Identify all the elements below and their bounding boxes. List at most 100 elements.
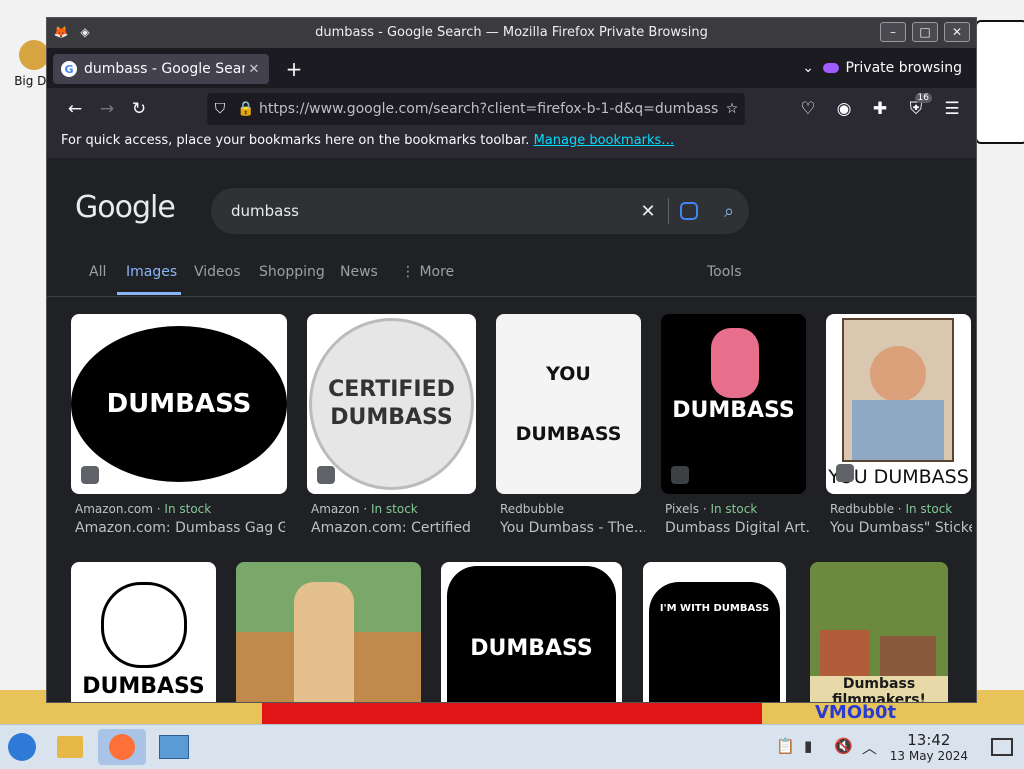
result-4-title[interactable]: Dumbass Digital Art... — [665, 520, 810, 536]
result-2-art-text: CERTIFIED DUMBASS — [328, 377, 455, 430]
image-result-10[interactable]: Dumbass filmmakers! — [810, 562, 948, 702]
tab-all[interactable]: All — [89, 264, 106, 280]
image-result-1[interactable]: DUMBASS — [71, 314, 287, 494]
tray-expand-chevron-icon[interactable]: ︿ — [862, 737, 877, 758]
result-5-frame — [842, 318, 954, 462]
result-2-title[interactable]: Amazon.com: Certified Dumbass... — [311, 520, 476, 536]
result-9-art-text: I'M WITH DUMBASS — [659, 603, 770, 614]
new-tab-button[interactable]: + — [283, 58, 305, 80]
tab-google-search[interactable]: G dumbass - Google Search ✕ — [53, 54, 269, 84]
clear-search-icon[interactable]: ✕ — [628, 201, 668, 222]
close-window-button[interactable]: ✕ — [944, 22, 970, 42]
google-logo[interactable]: Google — [75, 190, 176, 225]
account-icon[interactable]: ◉ — [828, 93, 860, 125]
bookmarks-message: For quick access, place your bookmarks h… — [61, 133, 530, 148]
image-result-4[interactable]: DUMBASS — [661, 314, 806, 494]
show-desktop-button[interactable] — [984, 729, 1020, 765]
result-6-art-text: DUMBASS — [82, 674, 205, 699]
result-5-source[interactable]: Redbubble · In stock — [830, 502, 972, 516]
result-1-title[interactable]: Amazon.com: Dumbass Gag Gift... — [75, 520, 285, 536]
clipboard-tray-icon[interactable]: 📋 — [776, 737, 795, 755]
product-tag-icon — [671, 466, 689, 484]
start-button[interactable] — [4, 729, 40, 765]
image-result-5[interactable]: YOU DUMBASS — [826, 314, 971, 494]
reload-button[interactable]: ↻ — [123, 93, 155, 125]
search-box[interactable]: ✕ ⌕ — [211, 188, 749, 234]
desktop-icon — [991, 738, 1013, 756]
portrait-head — [870, 346, 926, 402]
search-divider — [668, 198, 669, 224]
battery-tray-icon[interactable]: ▮ — [804, 737, 812, 755]
tshirt-art — [447, 566, 616, 702]
firefox-taskbar-icon[interactable] — [98, 729, 146, 765]
tab-more[interactable]: ⋮ More — [401, 264, 454, 280]
result-3-source[interactable]: Redbubble — [500, 502, 645, 516]
tab-shopping[interactable]: Shopping — [259, 264, 325, 280]
active-tab-underline — [117, 292, 181, 295]
file-manager-taskbar-icon[interactable] — [52, 729, 88, 765]
pocket-icon[interactable]: ♡ — [792, 93, 824, 125]
list-tabs-chevron-icon[interactable]: ⌄ — [802, 60, 814, 76]
shield-icon[interactable]: ⛉ — [207, 101, 233, 117]
tab-news[interactable]: News — [340, 264, 378, 280]
volume-muted-icon[interactable]: 🔇 — [834, 737, 853, 755]
url-text[interactable]: https://www.google.com/search?client=fir… — [259, 101, 719, 117]
result-1-art-text: DUMBASS — [106, 389, 252, 419]
image-result-7[interactable] — [236, 562, 421, 702]
tab-title: dumbass - Google Search — [84, 61, 245, 77]
google-favicon-icon: G — [61, 61, 77, 77]
result-4-art-text: DUMBASS — [672, 398, 795, 423]
minimize-button[interactable]: – — [880, 22, 906, 42]
image-result-9[interactable]: I'M WITH DUMBASS — [643, 562, 786, 702]
maximize-button[interactable]: □ — [912, 22, 938, 42]
tab-videos[interactable]: Videos — [194, 264, 241, 280]
result-3-source-name: Redbubble — [500, 502, 564, 516]
poster-photo-2 — [880, 636, 936, 680]
start-orb-icon — [8, 733, 36, 761]
taskbar: 📋 ▮ 🔇 ︿ 13:42 13 May 2024 — [0, 724, 1024, 769]
ublock-icon[interactable]: ⛨ 16 — [900, 93, 932, 125]
menu-hamburger-icon[interactable]: ☰ — [936, 93, 968, 125]
result-3-art: YOU DUMBASS — [496, 344, 641, 464]
result-2-art: CERTIFIED DUMBASS — [309, 318, 474, 490]
result-1-art: DUMBASS — [71, 326, 287, 482]
result-1-source[interactable]: Amazon.com · In stock — [75, 502, 285, 516]
result-4-source[interactable]: Pixels · In stock — [665, 502, 810, 516]
result-3-title[interactable]: You Dumbass - The... — [500, 520, 645, 536]
image-result-8[interactable]: DUMBASS — [441, 562, 622, 702]
bookmark-star-icon[interactable]: ☆ — [719, 101, 745, 117]
google-lens-icon[interactable] — [680, 202, 698, 220]
back-button[interactable]: ← — [59, 93, 91, 125]
window-titlebar[interactable]: 🦊 ◈ dumbass - Google Search — Mozilla Fi… — [47, 18, 976, 48]
result-2-source[interactable]: Amazon · In stock — [311, 502, 476, 516]
pointing-hand-art — [711, 328, 759, 398]
portrait-shirt — [852, 400, 944, 460]
extension-badge: 16 — [914, 93, 932, 103]
search-submit-icon[interactable]: ⌕ — [709, 201, 749, 222]
close-tab-icon[interactable]: ✕ — [245, 62, 263, 77]
forward-button[interactable]: → — [91, 93, 123, 125]
firefox-icon — [109, 734, 135, 760]
tools-button[interactable]: Tools — [707, 264, 742, 280]
page-content: Google ✕ ⌕ All Images Videos Shopping Ne… — [47, 158, 976, 702]
result-5-source-name: Redbubble — [830, 502, 894, 516]
image-result-6[interactable]: DUMBASS — [71, 562, 216, 702]
lock-icon[interactable]: 🔒 — [233, 101, 259, 117]
tab-images[interactable]: Images — [126, 264, 177, 280]
result-5-title[interactable]: You Dumbass" Sticker... — [830, 520, 972, 536]
image-result-3[interactable]: YOU DUMBASS — [496, 314, 641, 494]
manage-bookmarks-link[interactable]: Manage bookmarks… — [534, 133, 675, 148]
firefox-window: 🦊 ◈ dumbass - Google Search — Mozilla Fi… — [47, 18, 976, 702]
private-browsing-indicator: Private browsing — [823, 60, 962, 76]
clock[interactable]: 13:42 13 May 2024 — [890, 731, 968, 763]
control-panel-taskbar-icon[interactable] — [156, 729, 192, 765]
result-2-stock: In stock — [370, 502, 418, 516]
url-bar[interactable]: ⛉ 🔒 https://www.google.com/search?client… — [207, 93, 745, 125]
cartoon-character-art — [294, 582, 354, 702]
clock-time: 13:42 — [907, 731, 951, 749]
image-result-2[interactable]: CERTIFIED DUMBASS — [307, 314, 476, 494]
search-input[interactable] — [211, 201, 628, 221]
extensions-icon[interactable]: ✚ — [864, 93, 896, 125]
result-4-art: DUMBASS — [661, 398, 806, 423]
product-tag-icon — [81, 466, 99, 484]
